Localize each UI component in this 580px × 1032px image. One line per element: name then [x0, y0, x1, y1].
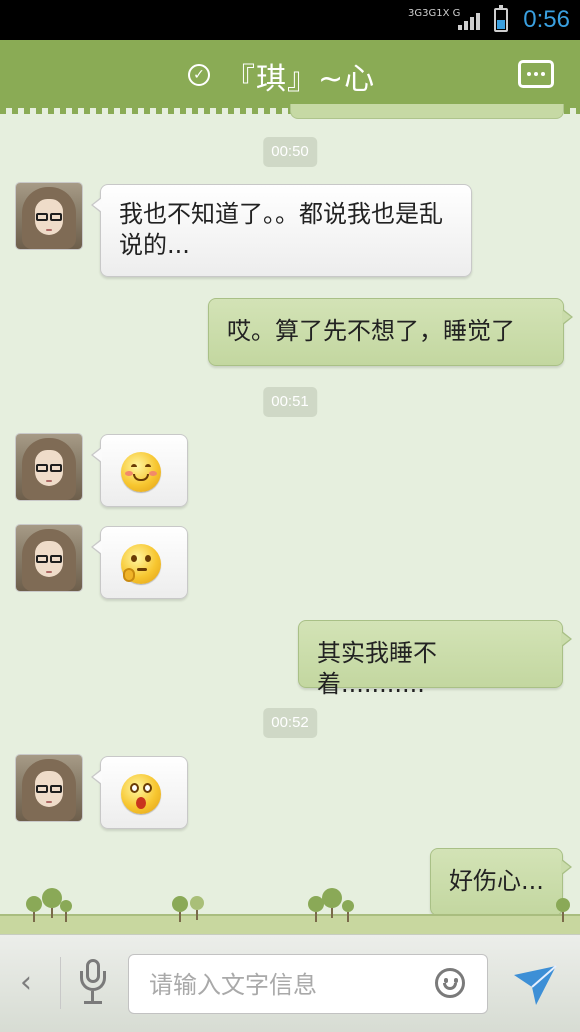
- message-input-box[interactable]: [128, 954, 488, 1014]
- timestamp: 00:50: [263, 137, 317, 167]
- chat-header: ✓ 『琪』~心: [0, 40, 580, 114]
- status-bar: 3G3G1X G 0:56: [0, 0, 580, 40]
- message-text: 我也不知道了。。都说我也是乱说的...: [119, 200, 443, 259]
- check-circle-icon: ✓: [188, 64, 210, 86]
- outgoing-message[interactable]: 哎。算了先不想了，睡觉了: [208, 298, 573, 366]
- incoming-message[interactable]: 我也不知道了。。都说我也是乱说的...: [91, 184, 472, 277]
- signal-bars-icon: [458, 12, 484, 30]
- network-type-icon: 3G3G1X G: [408, 8, 461, 19]
- battery-icon: [494, 5, 508, 32]
- blush-emoji-icon: [121, 452, 161, 492]
- background-scenery: [0, 888, 580, 934]
- smiley-icon[interactable]: [435, 968, 465, 998]
- chat-title[interactable]: 『琪』~心: [225, 54, 375, 98]
- microphone-icon[interactable]: [78, 959, 108, 1007]
- outgoing-message[interactable]: 其实我睡不着...........: [298, 620, 572, 698]
- incoming-emoji-message[interactable]: [91, 434, 188, 507]
- chevron-left-icon[interactable]: ‹: [20, 965, 32, 1000]
- partial-outgoing-bubble: [290, 104, 564, 119]
- avatar[interactable]: [16, 183, 82, 249]
- timestamp: 00:51: [263, 387, 317, 417]
- thinking-emoji-icon: [121, 544, 161, 584]
- surprised-emoji-icon: [121, 774, 161, 814]
- message-input[interactable]: [147, 967, 421, 1003]
- status-time: 0:56: [523, 6, 570, 33]
- divider: [60, 957, 61, 1009]
- message-text: 哎。算了先不想了，睡觉了: [227, 317, 515, 345]
- input-bar: ‹: [0, 934, 580, 1032]
- message-text: 其实我睡不着...........: [317, 639, 437, 698]
- more-icon[interactable]: [518, 60, 554, 88]
- send-icon[interactable]: [512, 963, 558, 1007]
- incoming-emoji-message[interactable]: [91, 756, 188, 829]
- avatar[interactable]: [16, 434, 82, 500]
- incoming-emoji-message[interactable]: [91, 526, 188, 599]
- avatar[interactable]: [16, 525, 82, 591]
- avatar[interactable]: [16, 755, 82, 821]
- timestamp: 00:52: [263, 708, 317, 738]
